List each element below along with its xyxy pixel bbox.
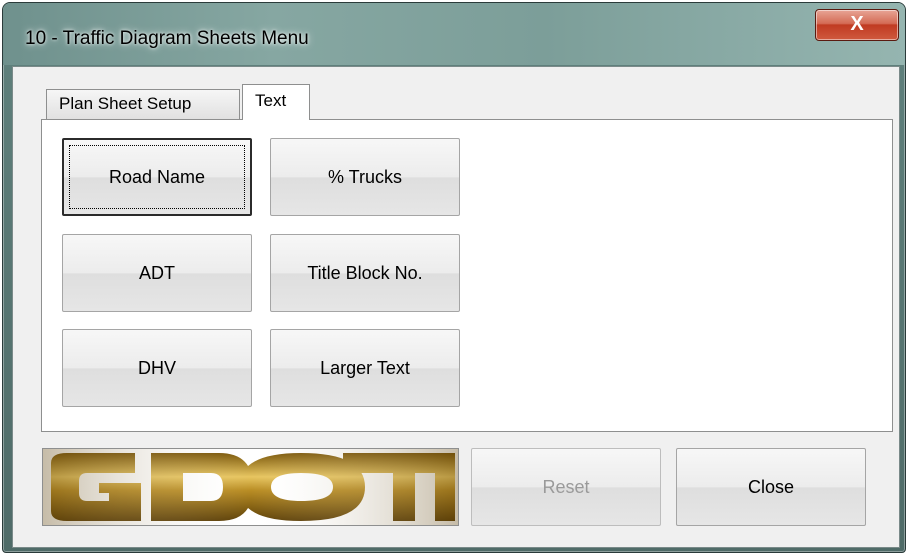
- percent-trucks-label: % Trucks: [327, 166, 402, 187]
- tab-text[interactable]: Text: [242, 84, 310, 120]
- title-block-no-label: Title Block No.: [307, 262, 423, 283]
- dhv-label: DHV: [137, 357, 176, 378]
- close-button[interactable]: Close: [676, 448, 866, 526]
- dialog-window: 10 - Traffic Diagram Sheets Menu X Plan …: [2, 2, 906, 553]
- reset-button[interactable]: Reset: [471, 448, 661, 526]
- text-tab-page: Road Name % Trucks ADT Title Block No. D…: [41, 119, 893, 432]
- dhv-button[interactable]: DHV: [62, 329, 252, 407]
- larger-text-label: Larger Text: [320, 357, 410, 378]
- adt-button[interactable]: ADT: [62, 234, 252, 312]
- gdot-logo-graphic: [43, 449, 458, 525]
- tab-plan-sheet-setup[interactable]: Plan Sheet Setup: [46, 89, 240, 119]
- road-name-button[interactable]: Road Name: [62, 138, 252, 216]
- title-block-no-button[interactable]: Title Block No.: [270, 234, 460, 312]
- close-window-button[interactable]: X: [815, 9, 899, 41]
- road-name-label: Road Name: [108, 166, 206, 187]
- gdot-logo: [42, 448, 459, 526]
- window-title: 10 - Traffic Diagram Sheets Menu: [25, 28, 309, 49]
- adt-label: ADT: [139, 262, 175, 283]
- larger-text-button[interactable]: Larger Text: [270, 329, 460, 407]
- title-bar[interactable]: 10 - Traffic Diagram Sheets Menu X: [3, 3, 905, 65]
- dialog-client-area: Plan Sheet Setup Text Road Name % Trucks…: [12, 66, 900, 548]
- percent-trucks-button[interactable]: % Trucks: [270, 138, 460, 216]
